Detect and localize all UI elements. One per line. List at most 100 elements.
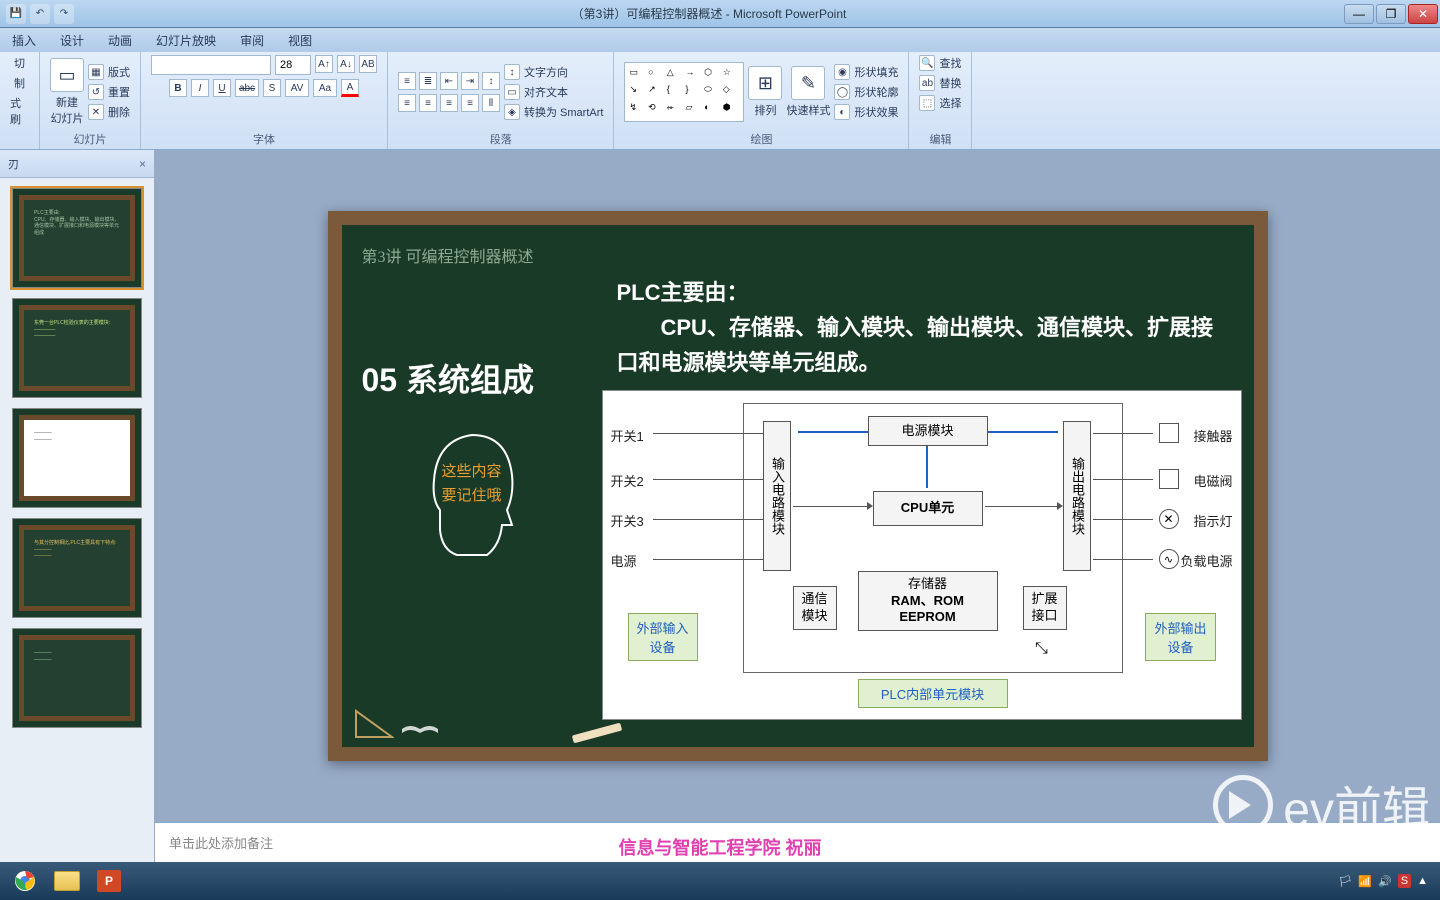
diag-cpu: CPU单元: [873, 491, 983, 526]
justify-button[interactable]: ≡: [461, 94, 479, 112]
slide-editor: 第3讲 可编程控制器概述 05 系统组成 PLC主要由： CPU、存储器、输入模…: [155, 150, 1440, 870]
select-button[interactable]: ⬚选择: [919, 95, 961, 111]
slide-canvas-area[interactable]: 第3讲 可编程控制器概述 05 系统组成 PLC主要由： CPU、存储器、输入模…: [155, 150, 1440, 822]
diag-input-module: 输入电路模块: [763, 421, 791, 571]
shape-fill-button[interactable]: ◉形状填充: [834, 64, 898, 80]
slide-thumbnail[interactable]: PLC主要由:CPU、存储器、输入模块、输出模块、通信模块、扩展接口和电源模块等…: [12, 188, 142, 288]
qat-redo-icon[interactable]: ↷: [54, 4, 74, 24]
diag-label-switch3: 开关3: [611, 511, 644, 530]
slide-thumbnail[interactable]: ──────────: [12, 408, 142, 508]
system-tray[interactable]: 🏳 📶 🔊 S ▲: [1338, 874, 1436, 888]
qat-undo-icon[interactable]: ↶: [30, 4, 50, 24]
qat-save-icon[interactable]: 💾: [6, 4, 26, 24]
ribbon-tabstrip: 插入 设计 动画 幻灯片放映 审阅 视图: [0, 28, 1440, 52]
clear-format-button[interactable]: AB: [359, 55, 377, 73]
tray-ime-icon[interactable]: S: [1398, 874, 1411, 888]
group-drawing: ▭○△→⬡☆ ↘↗{}⬭◇ ↯⟲⬰▱◐⬢ ⊞排列 ✎快速样式 ◉形状填充 ◯形状…: [614, 52, 909, 149]
close-button[interactable]: ✕: [1408, 4, 1438, 24]
plc-diagram: 开关1 开关2 开关3 电源 接触器 电磁阀 指示灯 负载电源: [602, 390, 1242, 720]
shape-outline-button[interactable]: ◯形状轮廓: [834, 84, 898, 100]
diag-label-solenoid: 电磁阀: [1193, 471, 1232, 490]
ac-source-icon: ∿: [1159, 549, 1179, 569]
font-size-combo[interactable]: 28: [275, 55, 311, 75]
format-painter-button[interactable]: 式刷: [10, 95, 29, 127]
minimize-button[interactable]: —: [1344, 4, 1374, 24]
font-family-combo[interactable]: [151, 55, 271, 75]
group-slides: ▭ 新建 幻灯片 ▦版式 ↺重置 ✕删除 幻灯片: [40, 52, 141, 149]
diag-storage: 存储器 RAM、ROM EEPROM: [858, 571, 998, 631]
tray-network-icon[interactable]: 📶: [1358, 875, 1372, 888]
char-spacing-button[interactable]: AV: [285, 79, 309, 97]
increase-indent-button[interactable]: ⇥: [461, 72, 479, 90]
diag-label-switch1: 开关1: [611, 426, 644, 445]
slide-thumbnail[interactable]: ──────────: [12, 628, 142, 728]
change-case-button[interactable]: Aa: [313, 79, 337, 97]
decrease-indent-button[interactable]: ⇤: [440, 72, 458, 90]
thumbnail-panel-header: 刃 ×: [0, 150, 154, 178]
convert-smartart-button[interactable]: ◈转换为 SmartArt: [504, 104, 603, 120]
font-color-button[interactable]: A: [341, 79, 359, 97]
close-panel-button[interactable]: ×: [139, 157, 146, 171]
replace-button[interactable]: ab替换: [919, 75, 961, 91]
slide-thumbnail[interactable]: 东莞一台PLC检验仪表的主要模块:────────────: [12, 298, 142, 398]
shrink-font-button[interactable]: A↓: [337, 55, 355, 73]
powerpoint-taskbar-icon[interactable]: P: [88, 866, 130, 896]
window-title: （第3讲）可编程控制器概述 - Microsoft PowerPoint: [74, 5, 1344, 22]
group-label-font: 字体: [151, 129, 377, 147]
slide-canvas[interactable]: 第3讲 可编程控制器概述 05 系统组成 PLC主要由： CPU、存储器、输入模…: [328, 211, 1268, 761]
align-text-button[interactable]: ▭对齐文本: [504, 84, 603, 100]
tab-insert[interactable]: 插入: [12, 32, 36, 49]
bullets-button[interactable]: ≡: [398, 72, 416, 90]
copy-button[interactable]: 制: [14, 75, 25, 91]
tray-sound-icon[interactable]: 🔊: [1378, 875, 1392, 888]
quick-styles-button[interactable]: ✎快速样式: [786, 66, 830, 118]
layout-button[interactable]: ▦版式: [88, 64, 130, 80]
reset-button[interactable]: ↺重置: [88, 84, 130, 100]
bold-button[interactable]: B: [169, 79, 187, 97]
grow-font-button[interactable]: A↑: [315, 55, 333, 73]
window-controls: — ❐ ✕: [1344, 4, 1440, 24]
tab-slideshow[interactable]: 幻灯片放映: [156, 32, 216, 49]
slide-thumbnail[interactable]: 与其分控制相比,PLC主要具有下特点:──────────: [12, 518, 142, 618]
solenoid-icon: [1159, 469, 1179, 489]
chrome-taskbar-icon[interactable]: [4, 866, 46, 896]
diag-label-switch2: 开关2: [611, 471, 644, 490]
new-slide-button[interactable]: ▭ 新建 幻灯片: [50, 58, 84, 126]
tab-design[interactable]: 设计: [60, 32, 84, 49]
underline-button[interactable]: U: [213, 79, 231, 97]
slide-section-title: 05 系统组成: [362, 355, 535, 401]
ribbon: 切 制 式刷 ▭ 新建 幻灯片 ▦版式 ↺重置 ✕删除 幻灯片 28 A↑ A↓: [0, 52, 1440, 150]
callout-plc-modules: PLC内部单元模块: [858, 679, 1008, 708]
columns-button[interactable]: ⫴: [482, 94, 500, 112]
line-spacing-button[interactable]: ↕: [482, 72, 500, 90]
shapes-gallery[interactable]: ▭○△→⬡☆ ↘↗{}⬭◇ ↯⟲⬰▱◐⬢: [624, 62, 744, 122]
shadow-button[interactable]: S: [263, 79, 281, 97]
tab-view[interactable]: 视图: [288, 32, 312, 49]
lamp-icon: ✕: [1159, 509, 1179, 529]
find-button[interactable]: 🔍查找: [919, 55, 961, 71]
align-right-button[interactable]: ≡: [440, 94, 458, 112]
diag-power-module: 电源模块: [868, 416, 988, 446]
align-center-button[interactable]: ≡: [419, 94, 437, 112]
align-left-button[interactable]: ≡: [398, 94, 416, 112]
numbering-button[interactable]: ≣: [419, 72, 437, 90]
tab-review[interactable]: 审阅: [240, 32, 264, 49]
diag-label-indicator: 指示灯: [1193, 511, 1232, 530]
cut-button[interactable]: 切: [14, 55, 25, 71]
tray-more-icon[interactable]: ▲: [1417, 875, 1428, 887]
arrange-button[interactable]: ⊞排列: [748, 66, 782, 118]
strike-button[interactable]: abc: [235, 79, 259, 97]
tab-animations[interactable]: 动画: [108, 32, 132, 49]
window-titlebar: 💾 ↶ ↷ （第3讲）可编程控制器概述 - Microsoft PowerPoi…: [0, 0, 1440, 28]
text-direction-button[interactable]: ↕文字方向: [504, 64, 603, 80]
explorer-taskbar-icon[interactable]: [46, 866, 88, 896]
shape-effects-button[interactable]: ◐形状效果: [834, 104, 898, 120]
italic-button[interactable]: I: [191, 79, 209, 97]
group-clipboard: 切 制 式刷: [0, 52, 40, 149]
maximize-button[interactable]: ❐: [1376, 4, 1406, 24]
outline-tab[interactable]: 刃: [8, 156, 19, 172]
new-slide-icon: ▭: [50, 58, 84, 92]
tray-flag-icon[interactable]: 🏳: [1338, 875, 1352, 888]
diag-label-contactor: 接触器: [1193, 426, 1232, 445]
delete-button[interactable]: ✕删除: [88, 104, 130, 120]
